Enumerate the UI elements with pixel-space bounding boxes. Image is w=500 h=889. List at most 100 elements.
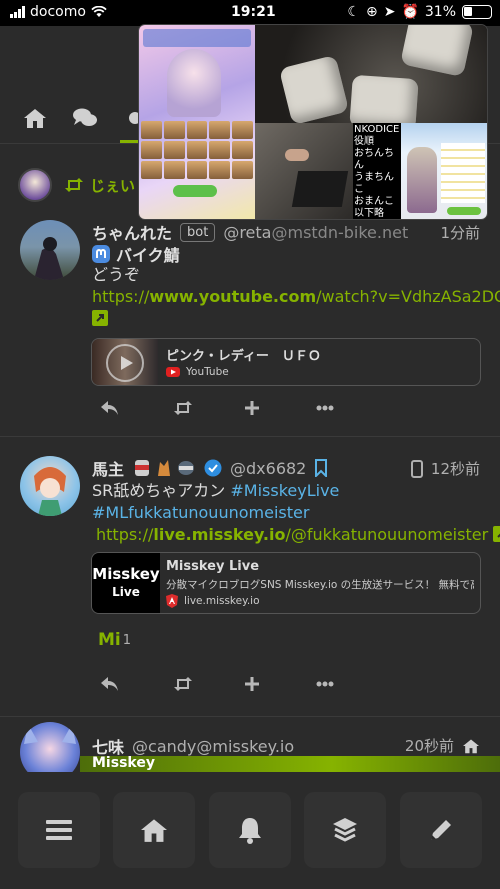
- retweet-icon: [65, 178, 83, 192]
- wifi-icon: [91, 6, 107, 17]
- timestamp[interactable]: 1分前: [440, 222, 480, 243]
- desk-camera-image: [255, 123, 353, 219]
- note-text: どうぞ: [92, 265, 141, 284]
- location-icon: ➤: [383, 4, 396, 20]
- reply-icon: [101, 401, 118, 415]
- layers-icon: [333, 818, 357, 842]
- carrier-name: docomo: [30, 4, 86, 20]
- notifications-button[interactable]: [209, 792, 291, 868]
- reply-icon: [101, 677, 118, 691]
- card-thumbnail: Misskey Live: [92, 553, 160, 613]
- verified-icon: [204, 459, 222, 477]
- note-2: 馬主 @dx6682 12秒前 SR舐めちゃアカン #MisskeyLive #…: [0, 452, 500, 712]
- widgets-button[interactable]: [304, 792, 386, 868]
- react-button[interactable]: [242, 672, 314, 696]
- battery-percent: 31%: [424, 4, 456, 20]
- custom-emoji-icons: [132, 458, 196, 478]
- link-preview-card[interactable]: Misskey Live Misskey Live 分散マイクロブログSNS Mi…: [91, 552, 481, 614]
- plus-icon: [245, 677, 259, 691]
- orientation-lock-icon: ⊕: [365, 4, 378, 20]
- youtube-icon: [166, 367, 180, 377]
- react-button[interactable]: [242, 396, 314, 420]
- link-preview-card[interactable]: ピンク・レディー ＵＦＯ YouTube: [91, 338, 481, 386]
- dice-rank-text: NKODICE 役順 おちんちん うまちんこ おまんこ 以下略: [353, 123, 409, 219]
- bot-badge: bot: [180, 222, 216, 242]
- note-link[interactable]: https://live.misskey.io/@fukkatunouunome…: [96, 524, 500, 546]
- retweet-icon: [174, 677, 192, 691]
- rank-line: うまちんこ: [354, 172, 394, 195]
- note-actions: [98, 672, 386, 696]
- renote-header: じぇい: [18, 168, 135, 202]
- instance-name: バイク鯖: [116, 246, 180, 265]
- bookmark-icon[interactable]: [314, 459, 328, 477]
- horse-emoji-icon: [158, 460, 171, 476]
- reaction-count: 1: [122, 632, 132, 648]
- angular-icon: [166, 594, 178, 608]
- avatar[interactable]: [20, 220, 80, 280]
- card-site: live.misskey.io: [184, 595, 260, 607]
- renote-button[interactable]: [170, 672, 242, 696]
- hashtag[interactable]: #MLfukkatunouunomeister: [92, 503, 309, 522]
- retweet-icon: [174, 401, 192, 415]
- card-site: YouTube: [186, 366, 229, 378]
- comments-icon: [73, 108, 97, 126]
- home-icon: [463, 738, 479, 753]
- renote-button[interactable]: [170, 396, 242, 420]
- note-actions: [98, 396, 386, 420]
- status-bar: docomo 19:21 ☾ ⊕ ➤ ⏰ 31%: [0, 0, 500, 26]
- tab-local[interactable]: [70, 104, 100, 132]
- note-text: SR舐めちゃアカン: [92, 481, 226, 500]
- external-link-icon[interactable]: [92, 310, 108, 330]
- menu-button[interactable]: [18, 792, 100, 868]
- timestamp[interactable]: 20秒前: [405, 735, 454, 756]
- tab-home[interactable]: [20, 104, 50, 132]
- mobile-icon: [410, 459, 423, 478]
- signal-icon: [10, 6, 25, 18]
- can-emoji-icon: [178, 461, 195, 475]
- rank-line: 以下略: [354, 208, 384, 219]
- rank-line: おまんこ: [354, 196, 394, 207]
- home-button[interactable]: [113, 792, 195, 868]
- card-title: Misskey Live: [166, 559, 260, 574]
- bell-icon: [239, 818, 261, 844]
- rank-line: おちんちん: [354, 148, 394, 171]
- display-name[interactable]: 馬主: [92, 456, 124, 480]
- divider: [0, 716, 500, 717]
- reply-button[interactable]: [98, 672, 170, 696]
- avatar[interactable]: [20, 456, 80, 516]
- username[interactable]: @reta@mstdn-bike.net: [223, 223, 408, 242]
- external-link-icon: [493, 526, 500, 542]
- card-title: ピンク・レディー ＵＦＯ: [166, 349, 321, 364]
- alarm-icon: ⏰: [401, 4, 419, 20]
- divider: [0, 436, 500, 437]
- avatar[interactable]: [18, 168, 52, 202]
- hashtag[interactable]: #MisskeyLive: [230, 481, 339, 500]
- timestamp[interactable]: 12秒前: [431, 458, 480, 479]
- pencil-icon: [431, 820, 451, 840]
- compose-button[interactable]: [400, 792, 482, 868]
- ellipsis-icon: [316, 405, 334, 411]
- ellipsis-icon: [316, 681, 334, 687]
- username[interactable]: @candy@misskey.io: [132, 737, 294, 756]
- reply-button[interactable]: [98, 396, 170, 420]
- bottom-nav: [0, 772, 500, 889]
- rank-line: NKODICE 役順: [354, 124, 409, 147]
- reaction-button[interactable]: Mi 1: [98, 630, 131, 650]
- more-button[interactable]: [314, 672, 386, 696]
- note-link[interactable]: https://www.youtube.com/watch?v=VdhzASa2…: [92, 286, 500, 308]
- note-1: ちゃんれた bot @reta@mstdn-bike.net 1分前 バイク鯖 …: [0, 218, 500, 436]
- pip-video[interactable]: NKODICE 役順 おちんちん うまちんこ おまんこ 以下略: [138, 24, 488, 220]
- renote-user[interactable]: じぇい: [90, 175, 135, 196]
- username[interactable]: @dx6682: [230, 459, 306, 478]
- display-name[interactable]: 七味: [92, 734, 124, 758]
- display-name[interactable]: ちゃんれた: [92, 220, 172, 244]
- more-button[interactable]: [314, 396, 386, 420]
- note-3: 七味 @candy@misskey.io 20秒前: [0, 722, 500, 782]
- can-emoji-icon: [135, 460, 150, 476]
- carrier: docomo: [10, 4, 107, 20]
- mastodon-icon: [92, 245, 110, 263]
- home-icon: [24, 109, 46, 128]
- battery-fill: [464, 7, 472, 16]
- phone-screen-image: [401, 123, 487, 219]
- status-icons: ☾ ⊕ ➤ ⏰ 31%: [347, 4, 492, 20]
